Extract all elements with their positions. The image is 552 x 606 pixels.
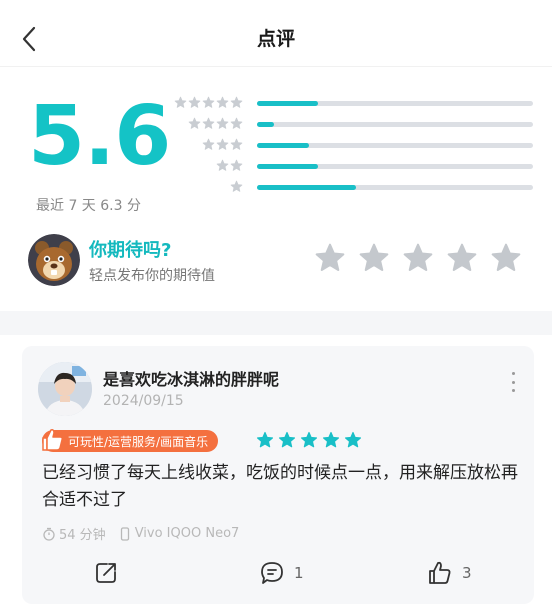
review-meta: 54 分钟 Vivo IQOO Neo7 bbox=[42, 524, 239, 543]
rate-star-icon[interactable] bbox=[402, 242, 434, 274]
like-button[interactable]: 3 bbox=[426, 556, 472, 590]
review-page: 点评 5.6 最近 7 天 6.3 分 你期待吗? 轻点发布你的期待值 是喜欢吃… bbox=[0, 0, 552, 606]
star-icon bbox=[216, 96, 229, 108]
play-time: 54 分钟 bbox=[59, 528, 106, 543]
distribution-bar bbox=[257, 164, 533, 169]
share-button[interactable] bbox=[92, 556, 120, 590]
star-icon bbox=[230, 117, 243, 129]
star-icon bbox=[202, 96, 215, 108]
review-text: 已经习惯了每天上线收菜，吃饭的时候点一点，用来解压放松再合适不过了 bbox=[42, 463, 518, 510]
star-icon bbox=[230, 159, 243, 171]
review-tag-label: 可玩性/运营服务/画面音乐 bbox=[68, 434, 209, 449]
rating-input-stars bbox=[314, 242, 522, 274]
more-options-button[interactable] bbox=[508, 372, 518, 392]
expect-subtitle: 轻点发布你的期待值 bbox=[89, 268, 215, 284]
star-icon bbox=[344, 431, 362, 448]
star-icon bbox=[230, 96, 243, 108]
review-card: 是喜欢吃冰淇淋的胖胖呢 2024/09/15 可玩性/运营服务/画面音乐 已经习… bbox=[22, 346, 534, 604]
star-icon bbox=[300, 431, 318, 448]
star-icon bbox=[202, 138, 215, 150]
distribution-row-2 bbox=[176, 159, 536, 173]
distribution-bar-fill bbox=[257, 101, 318, 106]
mascot-avatar bbox=[28, 234, 80, 286]
phone-icon bbox=[120, 526, 129, 541]
distribution-bar bbox=[257, 122, 533, 127]
star-icon bbox=[216, 138, 229, 150]
recent-score-label: 最近 7 天 6.3 分 bbox=[36, 198, 141, 214]
distribution-stars bbox=[230, 180, 253, 193]
distribution-stars bbox=[216, 159, 253, 172]
distribution-stars bbox=[188, 117, 253, 130]
distribution-row-3 bbox=[176, 138, 536, 152]
star-icon bbox=[256, 431, 274, 448]
thumbs-up-badge-icon bbox=[42, 429, 63, 451]
average-score: 5.6 bbox=[28, 89, 171, 184]
thumbs-up-icon bbox=[429, 561, 451, 584]
comment-button[interactable]: 1 bbox=[258, 556, 304, 590]
distribution-stars bbox=[202, 138, 253, 151]
expect-title: 你期待吗? bbox=[89, 240, 172, 261]
rate-star-icon[interactable] bbox=[358, 242, 390, 274]
distribution-row-4 bbox=[176, 117, 536, 131]
star-icon bbox=[216, 159, 229, 171]
rate-star-icon[interactable] bbox=[314, 242, 346, 274]
stopwatch-icon bbox=[43, 527, 55, 541]
user-avatar[interactable] bbox=[38, 362, 92, 416]
header: 点评 bbox=[0, 0, 552, 70]
rate-star-icon[interactable] bbox=[490, 242, 522, 274]
distribution-bar bbox=[257, 143, 533, 148]
review-actions: 1 3 bbox=[22, 556, 534, 590]
like-count: 3 bbox=[462, 564, 472, 582]
comment-icon bbox=[261, 562, 283, 584]
header-divider bbox=[0, 66, 552, 67]
section-divider bbox=[0, 311, 552, 335]
star-icon bbox=[216, 117, 229, 129]
star-icon bbox=[188, 96, 201, 108]
share-icon bbox=[96, 563, 116, 583]
distribution-bar bbox=[257, 101, 533, 106]
review-user-name[interactable]: 是喜欢吃冰淇淋的胖胖呢 bbox=[103, 366, 279, 390]
more-dot bbox=[511, 380, 515, 384]
star-icon bbox=[230, 180, 243, 192]
device-name: Vivo IQOO Neo7 bbox=[134, 526, 240, 541]
star-icon bbox=[278, 431, 296, 448]
distribution-bar-fill bbox=[257, 122, 274, 127]
distribution-bar bbox=[257, 185, 533, 190]
distribution-stars bbox=[174, 96, 253, 109]
star-icon bbox=[230, 138, 243, 150]
review-tag: 可玩性/运营服务/画面音乐 bbox=[42, 430, 219, 452]
review-stars bbox=[256, 431, 362, 449]
comment-count: 1 bbox=[294, 564, 304, 582]
star-icon bbox=[188, 117, 201, 129]
more-dot bbox=[511, 389, 515, 392]
page-title: 点评 bbox=[256, 28, 295, 50]
star-icon bbox=[322, 431, 340, 448]
star-icon bbox=[174, 96, 187, 108]
rate-star-icon[interactable] bbox=[446, 242, 478, 274]
more-dot bbox=[511, 372, 515, 375]
distribution-row-5 bbox=[174, 96, 536, 110]
review-date: 2024/09/15 bbox=[103, 393, 184, 409]
distribution-row-1 bbox=[176, 180, 536, 194]
distribution-bar-fill bbox=[257, 185, 357, 190]
distribution-bar-fill bbox=[257, 164, 318, 169]
distribution-bar-fill bbox=[257, 143, 310, 148]
star-icon bbox=[202, 117, 215, 129]
